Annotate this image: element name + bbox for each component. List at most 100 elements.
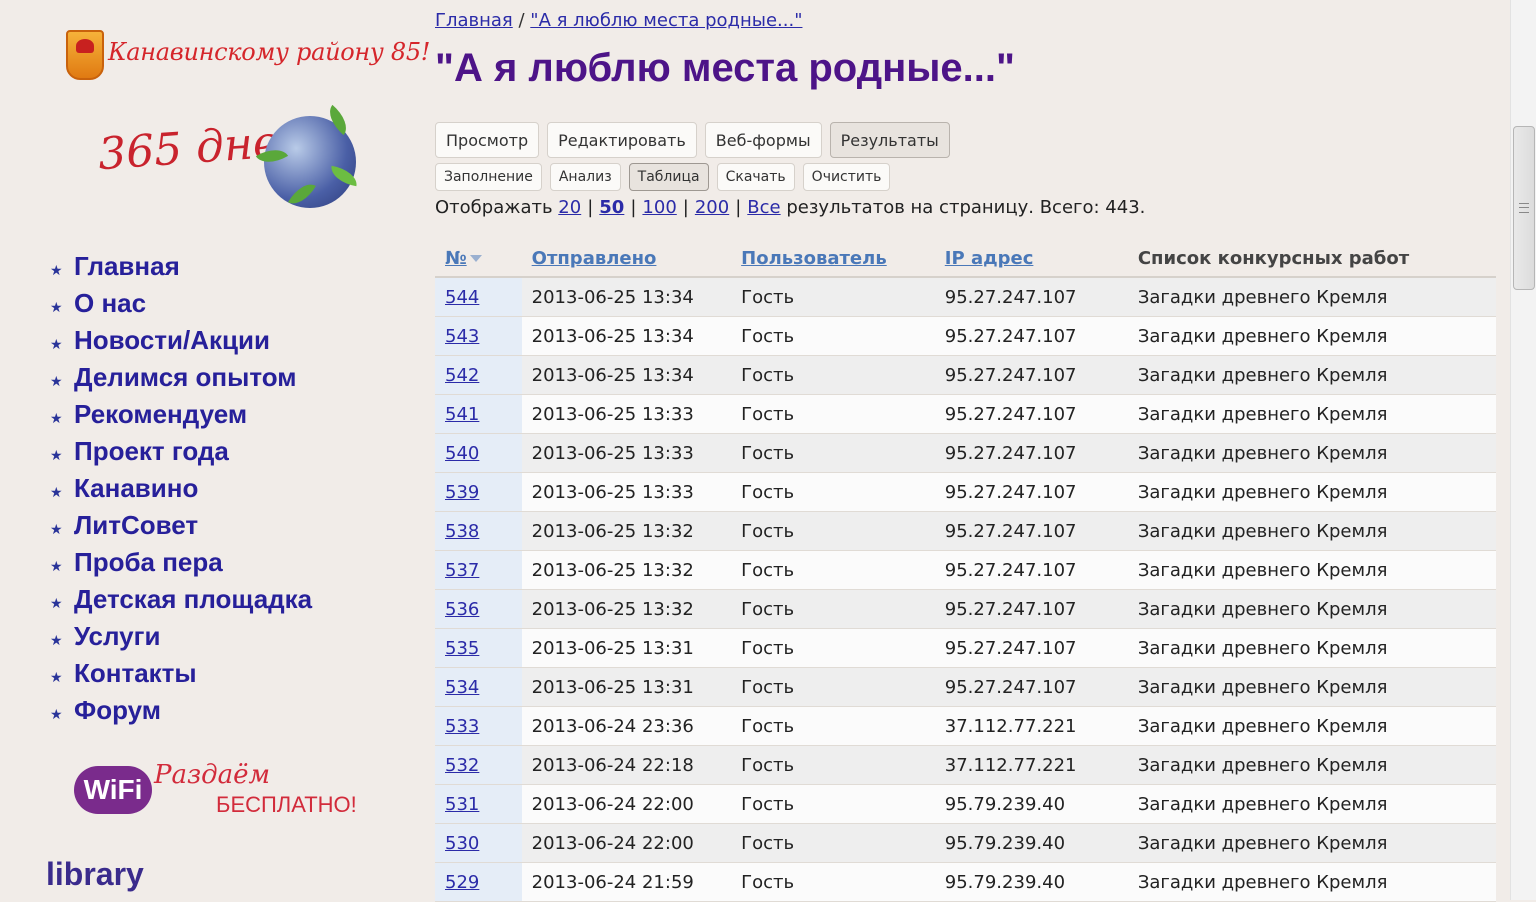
table-row[interactable]: 532 2013-06-24 22:18 Гость 37.112.77.221 Заг…: [435, 745, 1496, 785]
submission-id-link[interactable]: 541: [445, 404, 479, 425]
sort-link[interactable]: IP адрес: [945, 248, 1034, 269]
tab-primary[interactable]: Веб-формы: [704, 122, 822, 158]
table-cell[interactable]: 536: [435, 589, 522, 629]
breadcrumb-home-link[interactable]: Главная: [435, 10, 513, 31]
nav-item[interactable]: ★ Рекомендуем: [50, 396, 312, 433]
nav-item[interactable]: ★ Главная: [50, 248, 312, 285]
table-row[interactable]: 535 2013-06-25 13:31 Гость 95.27.247.107 Заг…: [435, 628, 1496, 668]
submission-id-link[interactable]: 536: [445, 599, 479, 620]
submission-id-link[interactable]: 544: [445, 287, 479, 308]
submission-id-link[interactable]: 535: [445, 638, 479, 659]
table-row[interactable]: 541 2013-06-25 13:33 Гость 95.27.247.107 Заг…: [435, 394, 1496, 434]
nav-item[interactable]: ★ Контакты: [50, 655, 312, 692]
table-cell: 95.27.247.107: [934, 667, 1128, 707]
365-days-logo[interactable]: 365 дней: [96, 104, 368, 211]
table-row[interactable]: 538 2013-06-25 13:32 Гость 95.27.247.107 Заг…: [435, 511, 1496, 551]
table-row[interactable]: 533 2013-06-24 23:36 Гость 37.112.77.221 Заг…: [435, 706, 1496, 746]
table-cell[interactable]: 542: [435, 355, 522, 395]
nav-item[interactable]: ★ Делимся опытом: [50, 359, 312, 396]
column-header[interactable]: Пользователь: [731, 240, 935, 278]
table-row[interactable]: 529 2013-06-24 21:59 Гость 95.79.239.40 Зага…: [435, 862, 1496, 902]
cell-value: Гость: [741, 637, 795, 659]
table-cell[interactable]: 541: [435, 394, 522, 434]
submission-id-link[interactable]: 540: [445, 443, 479, 464]
table-cell[interactable]: 538: [435, 511, 522, 551]
sort-link[interactable]: Отправлено: [532, 248, 657, 269]
tab-secondary[interactable]: Таблица: [628, 163, 709, 191]
sort-link[interactable]: №: [445, 248, 467, 269]
table-row[interactable]: 531 2013-06-24 22:00 Гость 95.79.239.40 Зага…: [435, 784, 1496, 824]
column-header[interactable]: №: [435, 240, 522, 278]
nav-item[interactable]: ★ Форум: [50, 692, 312, 729]
nav-item[interactable]: ★ Проба пера: [50, 544, 312, 581]
cell-value: 95.27.247.107: [944, 559, 1077, 581]
submission-id-link[interactable]: 543: [445, 326, 479, 347]
table-cell: Гость: [731, 550, 935, 590]
submission-id-link[interactable]: 530: [445, 833, 479, 854]
per-page-option-link[interactable]: 20: [558, 197, 581, 218]
cell-value: 2013-06-24 21:59: [531, 871, 694, 893]
submission-id-link[interactable]: 539: [445, 482, 479, 503]
table-row[interactable]: 536 2013-06-25 13:32 Гость 95.27.247.107 Заг…: [435, 589, 1496, 629]
submission-id-link[interactable]: 538: [445, 521, 479, 542]
tab-secondary[interactable]: Очистить: [802, 163, 891, 191]
table-cell[interactable]: 531: [435, 784, 522, 824]
column-header[interactable]: Отправлено: [521, 240, 732, 278]
submission-id-link[interactable]: 537: [445, 560, 479, 581]
nav-item[interactable]: ★ Детская площадка: [50, 581, 312, 618]
tab-secondary[interactable]: Анализ: [549, 163, 621, 191]
tab-secondary[interactable]: Заполнение: [435, 163, 542, 191]
table-cell: Загадки древнего Кремля: [1127, 823, 1496, 863]
table-cell[interactable]: 534: [435, 667, 522, 707]
tab-primary[interactable]: Просмотр: [435, 122, 540, 158]
table-row[interactable]: 539 2013-06-25 13:33 Гость 95.27.247.107 Заг…: [435, 472, 1496, 512]
submission-id-link[interactable]: 531: [445, 794, 479, 815]
table-cell[interactable]: 544: [435, 277, 522, 317]
nav-item[interactable]: ★ О нас: [50, 285, 312, 322]
free-wifi-banner[interactable]: WiFi Раздаём БЕСПЛАТНО!: [74, 760, 374, 820]
table-cell[interactable]: 540: [435, 433, 522, 473]
sort-link[interactable]: Пользователь: [741, 248, 887, 269]
table-cell[interactable]: 535: [435, 628, 522, 668]
table-row[interactable]: 530 2013-06-24 22:00 Гость 95.79.239.40 Зага…: [435, 823, 1496, 863]
nav-item[interactable]: ★ ЛитСовет: [50, 507, 312, 544]
per-page-option-link[interactable]: 100: [642, 197, 676, 218]
table-row[interactable]: 534 2013-06-25 13:31 Гость 95.27.247.107 Заг…: [435, 667, 1496, 707]
breadcrumb-current-link[interactable]: "А я люблю места родные...": [530, 10, 802, 31]
table-cell[interactable]: 539: [435, 472, 522, 512]
pager-prefix: Отображать: [435, 197, 553, 218]
table-row[interactable]: 540 2013-06-25 13:33 Гость 95.27.247.107 Заг…: [435, 433, 1496, 473]
submission-id-link[interactable]: 533: [445, 716, 479, 737]
table-cell[interactable]: 537: [435, 550, 522, 590]
table-cell[interactable]: 532: [435, 745, 522, 785]
nav-item[interactable]: ★ Проект года: [50, 433, 312, 470]
table-cell[interactable]: 533: [435, 706, 522, 746]
table-cell: 95.27.247.107: [934, 511, 1128, 551]
column-header[interactable]: IP адрес: [934, 240, 1128, 278]
per-page-option-link[interactable]: 200: [695, 197, 729, 218]
per-page-option-link[interactable]: Все: [747, 197, 780, 218]
table-row[interactable]: 542 2013-06-25 13:34 Гость 95.27.247.107 Заг…: [435, 355, 1496, 395]
per-page-option-link[interactable]: 50: [599, 197, 624, 218]
tab-secondary[interactable]: Скачать: [716, 163, 795, 191]
table-cell[interactable]: 530: [435, 823, 522, 863]
cell-value: Гость: [741, 754, 795, 776]
nav-item[interactable]: ★ Новости/Акции: [50, 322, 312, 359]
nav-item[interactable]: ★ Канавино: [50, 470, 312, 507]
table-row[interactable]: 544 2013-06-25 13:34 Гость 95.27.247.107 Заг…: [435, 277, 1496, 317]
table-cell[interactable]: 529: [435, 862, 522, 902]
library-link[interactable]: library: [46, 856, 144, 893]
table-row[interactable]: 537 2013-06-25 13:32 Гость 95.27.247.107 Заг…: [435, 550, 1496, 590]
tab-primary[interactable]: Редактировать: [547, 122, 697, 158]
submission-id-link[interactable]: 542: [445, 365, 479, 386]
table-row[interactable]: 543 2013-06-25 13:34 Гость 95.27.247.107 Заг…: [435, 316, 1496, 356]
submission-id-link[interactable]: 534: [445, 677, 479, 698]
submission-id-link[interactable]: 529: [445, 872, 479, 893]
tab-primary[interactable]: Результаты: [829, 122, 950, 158]
district-anniversary-logo[interactable]: Канавинскому району 85!: [62, 28, 430, 84]
table-cell[interactable]: 543: [435, 316, 522, 356]
submission-id-link[interactable]: 532: [445, 755, 479, 776]
nav-item[interactable]: ★ Услуги: [50, 618, 312, 655]
scrollbar-thumb[interactable]: [1513, 126, 1535, 290]
vertical-scrollbar[interactable]: [1510, 0, 1536, 900]
